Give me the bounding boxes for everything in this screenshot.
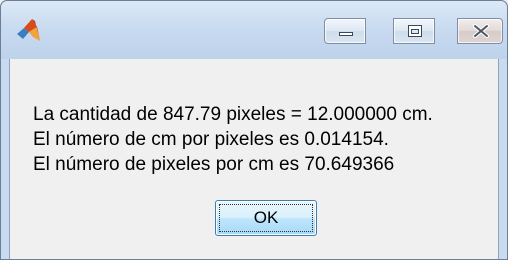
minimize-icon (339, 32, 353, 36)
message-text: La cantidad de 847.79 pixeles = 12.00000… (33, 102, 433, 177)
title-bar[interactable] (1, 1, 507, 59)
maximize-icon (408, 25, 422, 37)
message-line-3: El número de pixeles por cm es 70.649366 (33, 154, 395, 175)
message-dialog-window: La cantidad de 847.79 pixeles = 12.00000… (0, 0, 508, 260)
maximize-button[interactable] (393, 18, 435, 44)
ok-button[interactable]: OK (215, 200, 317, 236)
close-icon (473, 24, 489, 38)
message-line-2: El número de cm por pixeles es 0.014154. (33, 129, 389, 150)
minimize-button[interactable] (324, 18, 366, 44)
message-line-1: La cantidad de 847.79 pixeles = 12.00000… (33, 104, 433, 125)
matlab-logo-icon[interactable] (15, 17, 41, 43)
close-button[interactable] (457, 18, 503, 44)
